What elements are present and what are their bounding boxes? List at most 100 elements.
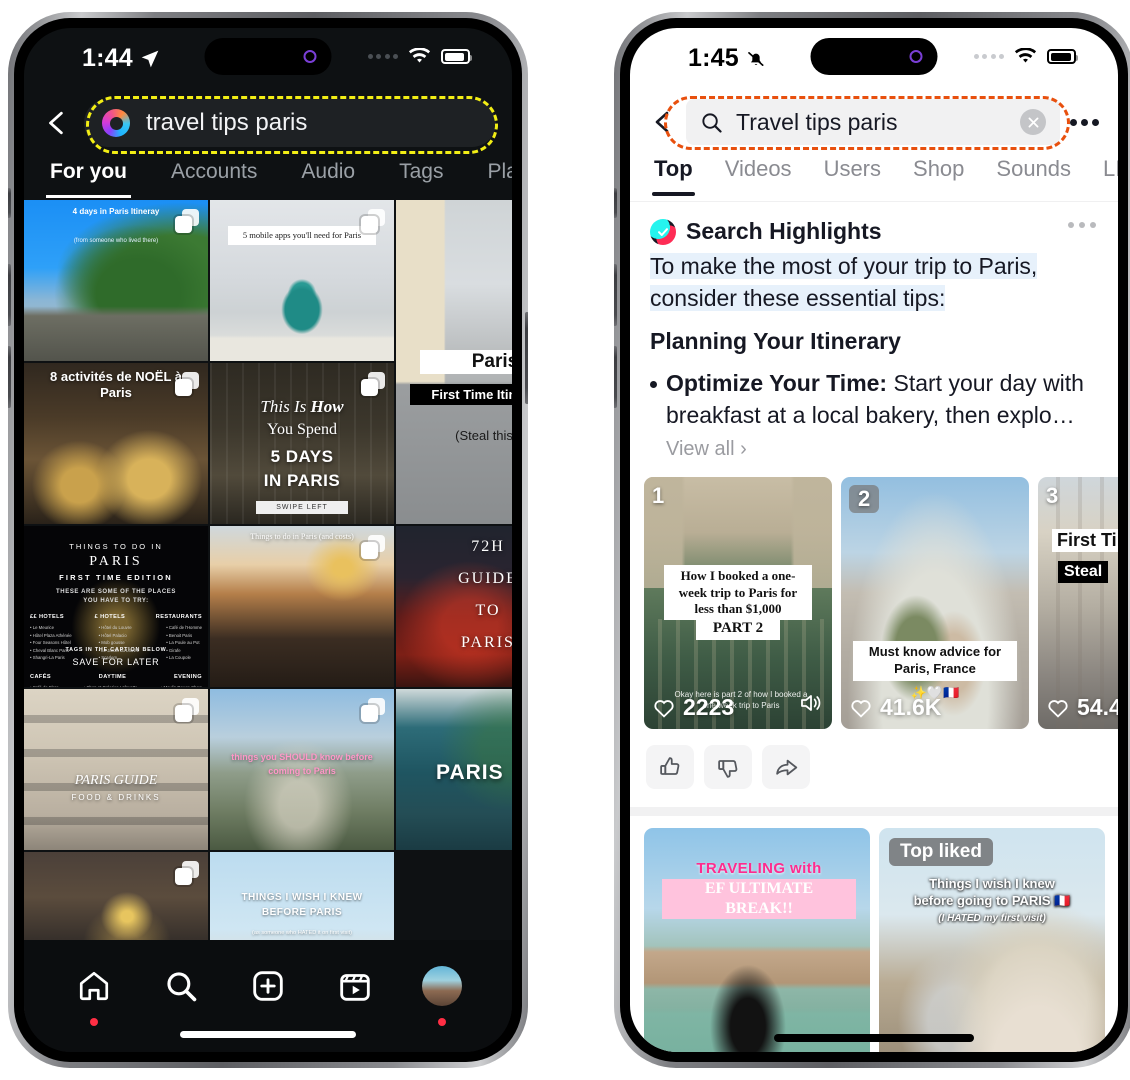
reels-icon bbox=[340, 974, 370, 1001]
video-overlay-title: How I booked a one-week trip to Paris fo… bbox=[664, 565, 812, 620]
tabbar-profile[interactable] bbox=[416, 960, 468, 1026]
tiktok-search-tabs: Top Videos Users Shop Sounds LIVE bbox=[630, 154, 1118, 202]
top-liked-badge: Top liked bbox=[889, 838, 993, 867]
feed-card[interactable]: Top liked Things I wish I knew before go… bbox=[879, 828, 1105, 1052]
volume-down-button[interactable] bbox=[8, 346, 11, 408]
silent-switch[interactable] bbox=[614, 188, 617, 218]
tab-for-you[interactable]: For you bbox=[28, 156, 149, 198]
video-overlay-sub: Steal bbox=[1058, 561, 1109, 584]
carousel-icon bbox=[361, 535, 385, 559]
tab-top[interactable]: Top bbox=[638, 154, 709, 196]
grid-tile[interactable]: PARIS bbox=[396, 689, 512, 850]
search-icon bbox=[702, 112, 722, 133]
feed-title-line2: EF ULTIMATE bbox=[662, 879, 856, 900]
tile-caption: things you SHOULD know before coming to … bbox=[231, 752, 373, 776]
search-input[interactable]: Travel tips paris bbox=[686, 99, 1060, 145]
tab-audio[interactable]: Audio bbox=[279, 156, 377, 188]
tile-caption: Paris bbox=[420, 350, 512, 374]
tabbar-create[interactable] bbox=[242, 960, 294, 1012]
search-highlights-header: Search Highlights bbox=[630, 202, 1118, 247]
volume-down-button[interactable] bbox=[614, 346, 617, 408]
share-button[interactable] bbox=[762, 745, 810, 790]
grid-tile[interactable]: Things to do in Paris (and costs) bbox=[210, 526, 394, 687]
video-overlay-title: First Ti bbox=[1052, 529, 1118, 553]
home-icon bbox=[79, 971, 108, 1001]
clear-x-icon[interactable] bbox=[1020, 109, 1046, 135]
tab-videos[interactable]: Videos bbox=[709, 154, 808, 184]
search-query-text: Travel tips paris bbox=[736, 108, 898, 135]
chevron-left-icon bbox=[49, 111, 63, 135]
tile-subcaption: (from someone who lived there) bbox=[73, 238, 159, 244]
bullet-dot bbox=[650, 381, 657, 389]
grid-tile[interactable]: 72H GUIDE TO PARIS bbox=[396, 526, 512, 687]
heart-icon bbox=[1048, 700, 1068, 718]
tab-users[interactable]: Users bbox=[808, 154, 897, 184]
tabbar-reels[interactable] bbox=[329, 960, 381, 1012]
tiktok-reaction-row bbox=[630, 729, 1118, 807]
grid-tile[interactable]: 5 mobile apps you'll need for Paris bbox=[210, 200, 394, 361]
feed-title-line2: before going to PARIS 🇫🇷 bbox=[913, 893, 1071, 909]
dynamic-island bbox=[810, 38, 938, 75]
instagram-search-row: travel tips paris bbox=[24, 90, 512, 156]
home-indicator[interactable] bbox=[180, 1031, 356, 1038]
notification-dot bbox=[438, 1018, 447, 1026]
location-arrow-icon bbox=[141, 50, 159, 67]
grid-tile[interactable]: Paris First Time Itinerary! (Steal this!… bbox=[396, 200, 512, 524]
video-rank-badge: 2 bbox=[849, 485, 880, 514]
feed-title-line3: BREAK!! bbox=[662, 899, 856, 920]
video-result-card[interactable]: 3 First Ti Steal 54.4 bbox=[1038, 477, 1118, 730]
grid-tile[interactable]: 8 activités de NOËL à Paris bbox=[24, 363, 208, 524]
grid-tile[interactable]: PARIS GUIDE FOOD & DRINKS bbox=[24, 689, 208, 850]
tile-caption: PARIS bbox=[436, 761, 504, 784]
grid-tile[interactable]: things you SHOULD know before coming to … bbox=[210, 689, 394, 850]
tile-subcaption: (Steal this!) bbox=[455, 428, 512, 443]
video-result-card[interactable]: 1 How I booked a one-week trip to Paris … bbox=[644, 477, 832, 730]
tab-accounts[interactable]: Accounts bbox=[149, 156, 279, 188]
search-query-text: travel tips paris bbox=[146, 109, 308, 136]
thumbs-down-button[interactable] bbox=[704, 745, 752, 790]
heart-icon bbox=[654, 700, 674, 718]
video-like-count: 41.6K bbox=[850, 694, 941, 721]
search-icon bbox=[167, 972, 197, 1002]
grid-tile[interactable]: THINGS TO DO IN PARIS FIRST TIME EDITION… bbox=[24, 526, 208, 687]
search-input[interactable]: travel tips paris bbox=[84, 99, 496, 147]
tab-live[interactable]: LIVE bbox=[1087, 154, 1118, 184]
more-options-button[interactable] bbox=[1064, 118, 1104, 126]
view-all-link[interactable]: View all › bbox=[666, 438, 747, 460]
grid-tile[interactable]: This Is How You Spend 5 DAYS IN PARIS SW… bbox=[210, 363, 394, 524]
carousel-icon bbox=[175, 698, 199, 722]
highlights-section-title: Planning Your Itinerary bbox=[650, 328, 901, 355]
wifi-icon bbox=[1014, 47, 1037, 65]
video-like-count: 2223 bbox=[653, 694, 734, 721]
speaker-icon[interactable] bbox=[798, 692, 822, 719]
home-indicator[interactable] bbox=[774, 1034, 974, 1042]
volume-up-button[interactable] bbox=[8, 264, 11, 326]
tab-shop[interactable]: Shop bbox=[897, 154, 980, 184]
grid-tile[interactable]: 4 days in Paris Itineray (from someone w… bbox=[24, 200, 208, 361]
tab-tags[interactable]: Tags bbox=[377, 156, 465, 188]
tabbar-home[interactable] bbox=[68, 960, 120, 1026]
tiktok-search-row: Travel tips paris bbox=[630, 90, 1118, 154]
more-horizontal-icon[interactable] bbox=[1068, 222, 1096, 228]
power-button[interactable] bbox=[525, 312, 528, 404]
tiktok-video-results: 1 How I booked a one-week trip to Paris … bbox=[630, 463, 1118, 730]
camera-indicator-icon bbox=[909, 50, 923, 63]
tab-places[interactable]: Places bbox=[465, 156, 512, 188]
back-button[interactable] bbox=[36, 102, 78, 144]
silent-switch[interactable] bbox=[8, 188, 11, 218]
thumbs-up-button[interactable] bbox=[646, 745, 694, 790]
feed-card[interactable]: TRAVELING with EF ULTIMATE BREAK!! Spons… bbox=[644, 828, 870, 1052]
section-divider bbox=[630, 807, 1118, 817]
status-time-group: 1:45 bbox=[688, 44, 766, 73]
phone-right-bezel: 1:45 Travel tips paris Top Videos Users … bbox=[620, 18, 1128, 1062]
status-time: 1:44 bbox=[82, 44, 133, 72]
video-result-card[interactable]: 2 Must know advice for Paris, France ✨🤍🇫… bbox=[841, 477, 1029, 730]
volume-up-button[interactable] bbox=[614, 264, 617, 326]
tabbar-search[interactable] bbox=[155, 960, 207, 1012]
wifi-icon bbox=[408, 47, 431, 65]
thumbs-down-icon bbox=[717, 760, 737, 778]
phone-right-tiktok: 1:45 Travel tips paris Top Videos Users … bbox=[614, 12, 1130, 1068]
tab-sounds[interactable]: Sounds bbox=[980, 154, 1087, 184]
highlights-bullet: Optimize Your Time: Start your day with … bbox=[650, 368, 1098, 463]
back-button[interactable] bbox=[644, 102, 682, 142]
